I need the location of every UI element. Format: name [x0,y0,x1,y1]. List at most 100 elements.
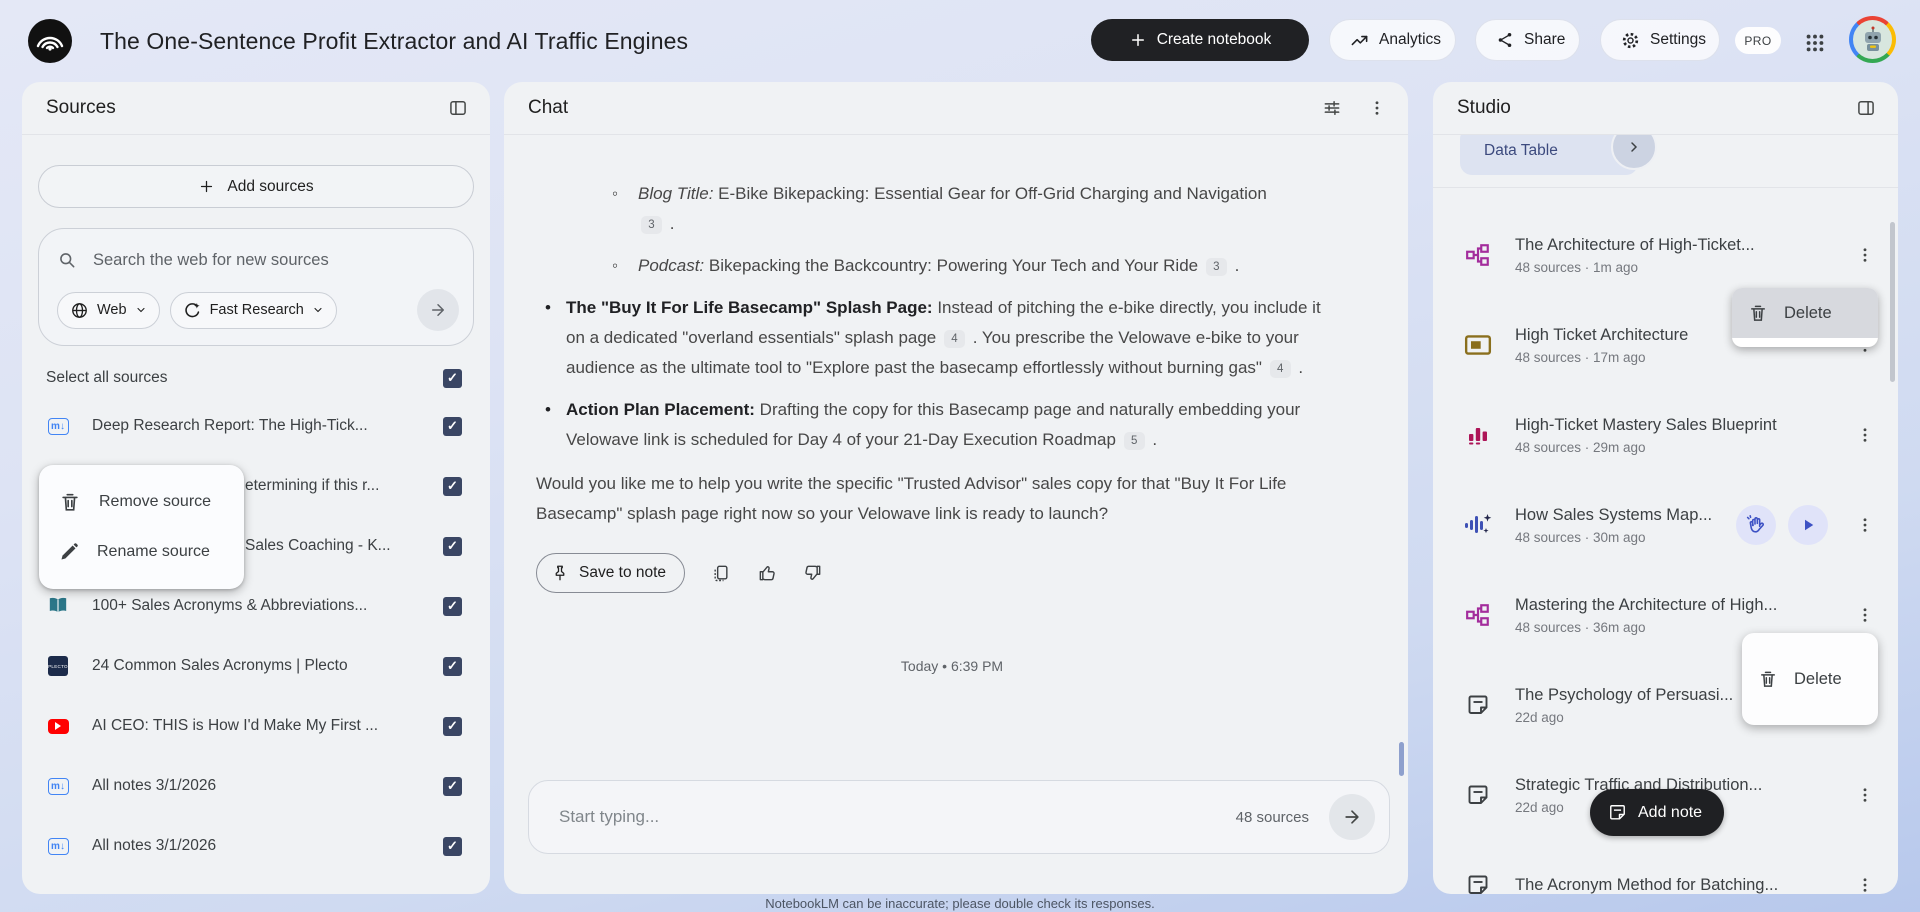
create-notebook-button[interactable]: Create notebook [1091,19,1309,61]
source-checkbox[interactable]: ✓ [443,476,462,496]
studio-item-more-menu-icon[interactable] [1852,606,1878,624]
chat-message: Blog Title: E-Bike Bikepacking: Essentia… [504,135,1408,681]
account-avatar[interactable] [1849,16,1896,63]
source-row[interactable]: PLECTO 24 Common Sales Acronyms | Plecto ✓ [38,636,474,696]
delete-menu-item[interactable]: Delete [1742,654,1878,704]
studio-item-row[interactable]: The Architecture of High-Ticket... 48 sou… [1433,210,1898,300]
analytics-button[interactable]: Analytics [1329,19,1456,61]
chat-more-menu-icon[interactable] [1368,99,1386,117]
chat-paragraph: Would you like me to help you write the … [536,469,1326,529]
search-icon [57,250,77,270]
chat-input-container: 48 sources [528,780,1390,854]
interactive-mode-button[interactable] [1736,505,1776,545]
markdown-source-icon: m↓ [46,417,70,435]
send-message-button[interactable] [1329,794,1375,840]
delete-menu-item[interactable]: Delete [1732,288,1878,338]
source-checkbox[interactable]: ✓ [443,716,462,736]
source-checkbox[interactable]: ✓ [443,656,462,676]
citation-chip[interactable]: 4 [1269,359,1291,378]
text-segment: Podcast: [638,256,705,275]
studio-item-meta: 48 sources · 1m ago [1515,259,1639,275]
source-row[interactable]: m↓ All notes 3/1/2026 ✓ [38,756,474,816]
source-checkbox[interactable]: ✓ [443,596,462,616]
studio-item-meta: 48 sources · 30m ago [1515,529,1646,545]
source-row[interactable]: m↓ All notes 3/1/2026 ✓ [38,816,474,876]
add-note-button[interactable]: Add note [1590,789,1725,836]
remove-source-menu-item[interactable]: Remove source [39,477,244,527]
sources-count-label: 48 sources [1235,808,1309,826]
top-header: The One-Sentence Profit Extractor and AI… [0,0,1920,82]
search-submit-button[interactable] [417,289,459,331]
search-input[interactable] [93,250,459,270]
studio-item-meta: 48 sources · 29m ago [1515,439,1646,455]
citation-chip[interactable]: 5 [1123,431,1145,450]
thumbs-down-icon[interactable] [803,563,823,583]
source-checkbox[interactable]: ✓ [443,536,462,556]
chat-scrollbar[interactable] [1399,742,1404,776]
studio-item-more-menu-icon[interactable] [1852,426,1878,444]
add-sources-button[interactable]: Add sources [38,165,474,208]
play-audio-button[interactable] [1788,505,1828,545]
source-checkbox[interactable]: ✓ [443,416,462,436]
chat-input[interactable] [559,807,1236,827]
disclaimer-text: NotebookLM can be inaccurate; please dou… [765,896,1155,911]
globe-icon [70,301,89,320]
settings-button[interactable]: Settings [1600,19,1720,61]
text-segment: Would you like me to help you write the … [536,474,1287,523]
studio-scrollbar[interactable] [1890,222,1895,382]
plus-icon [1129,31,1147,49]
youtube-source-icon [46,718,70,734]
studio-item-text: How Sales Systems Map... 48 sources · 30m… [1515,506,1716,545]
studio-panel: Studio Data Table The Architecture of Hi… [1433,82,1898,894]
chevron-down-icon [135,304,147,316]
source-row[interactable]: AI CEO: THIS is How I'd Make My First ..… [38,696,474,756]
trending-up-icon [1350,31,1369,50]
studio-item-title: The Acronym Method for Batching... [1515,875,1779,894]
copy-icon[interactable] [711,563,731,583]
thumbs-up-icon[interactable] [757,563,777,583]
studio-item-row[interactable]: High-Ticket Mastery Sales Blueprint 48 so… [1433,390,1898,480]
share-button[interactable]: Share [1475,19,1580,61]
pencil-icon [59,542,79,562]
studio-item-more-menu-icon[interactable] [1852,516,1878,534]
select-all-checkbox[interactable]: ✓ [443,368,462,388]
source-checkbox[interactable]: ✓ [443,836,462,856]
chat-bullet-item: The "Buy It For Life Basecamp" Splash Pa… [536,293,1336,383]
citation-chip[interactable]: 3 [641,215,662,234]
save-to-note-button[interactable]: Save to note [536,553,686,593]
source-row[interactable]: m↓ Deep Research Report: The High-Tick...… [38,396,474,456]
chat-panel-title: Chat [528,97,569,118]
studio-item-more-menu-icon[interactable] [1852,876,1878,894]
apps-grid-icon[interactable] [1799,27,1831,59]
collapse-panel-icon[interactable] [1856,98,1876,118]
studio-item-more-menu-icon[interactable] [1852,786,1878,804]
studio-item-text: Mastering the Architecture of High... 48 … [1515,596,1832,635]
rename-source-menu-item[interactable]: Rename source [39,527,244,577]
plus-icon [198,178,215,195]
plecto-source-icon: PLECTO [46,656,70,676]
flowchart-icon [1461,242,1495,268]
menu-item-label: Remove source [99,493,212,510]
trash-icon [59,491,81,513]
notebooklm-logo-icon[interactable] [28,19,72,63]
source-checkbox[interactable]: ✓ [443,776,462,796]
text-segment: The "Buy It For Life Basecamp" Splash Pa… [566,298,933,317]
note-icon [1461,873,1495,894]
citation-chip[interactable]: 3 [1205,257,1227,276]
book-source-icon [46,596,70,616]
research-mode-chip[interactable]: Fast Research [169,291,337,329]
chat-panel: Chat Blog Title: E-Bike Bikepacking: Ess… [504,82,1408,894]
collapse-panel-icon[interactable] [448,98,468,118]
note-icon [1608,803,1627,822]
menu-item-label: Rename source [97,543,210,560]
studio-item-row[interactable]: The Acronym Method for Batching... [1433,840,1898,894]
chat-settings-icon[interactable] [1322,98,1342,118]
studio-item-row[interactable]: How Sales Systems Map... 48 sources · 30m… [1433,480,1898,570]
web-scope-chip[interactable]: Web [57,291,160,329]
sources-panel: Sources Add sources Search the web for n… [22,82,490,894]
text-segment: Blog Title: [638,184,714,203]
text-segment: E-Bike Bikepacking: Essential Gear for O… [713,184,1267,203]
studio-item-more-menu-icon[interactable] [1852,246,1878,264]
chat-bullet-item: Podcast: Bikepacking the Backcountry: Po… [536,251,1281,281]
citation-chip[interactable]: 4 [944,329,965,348]
